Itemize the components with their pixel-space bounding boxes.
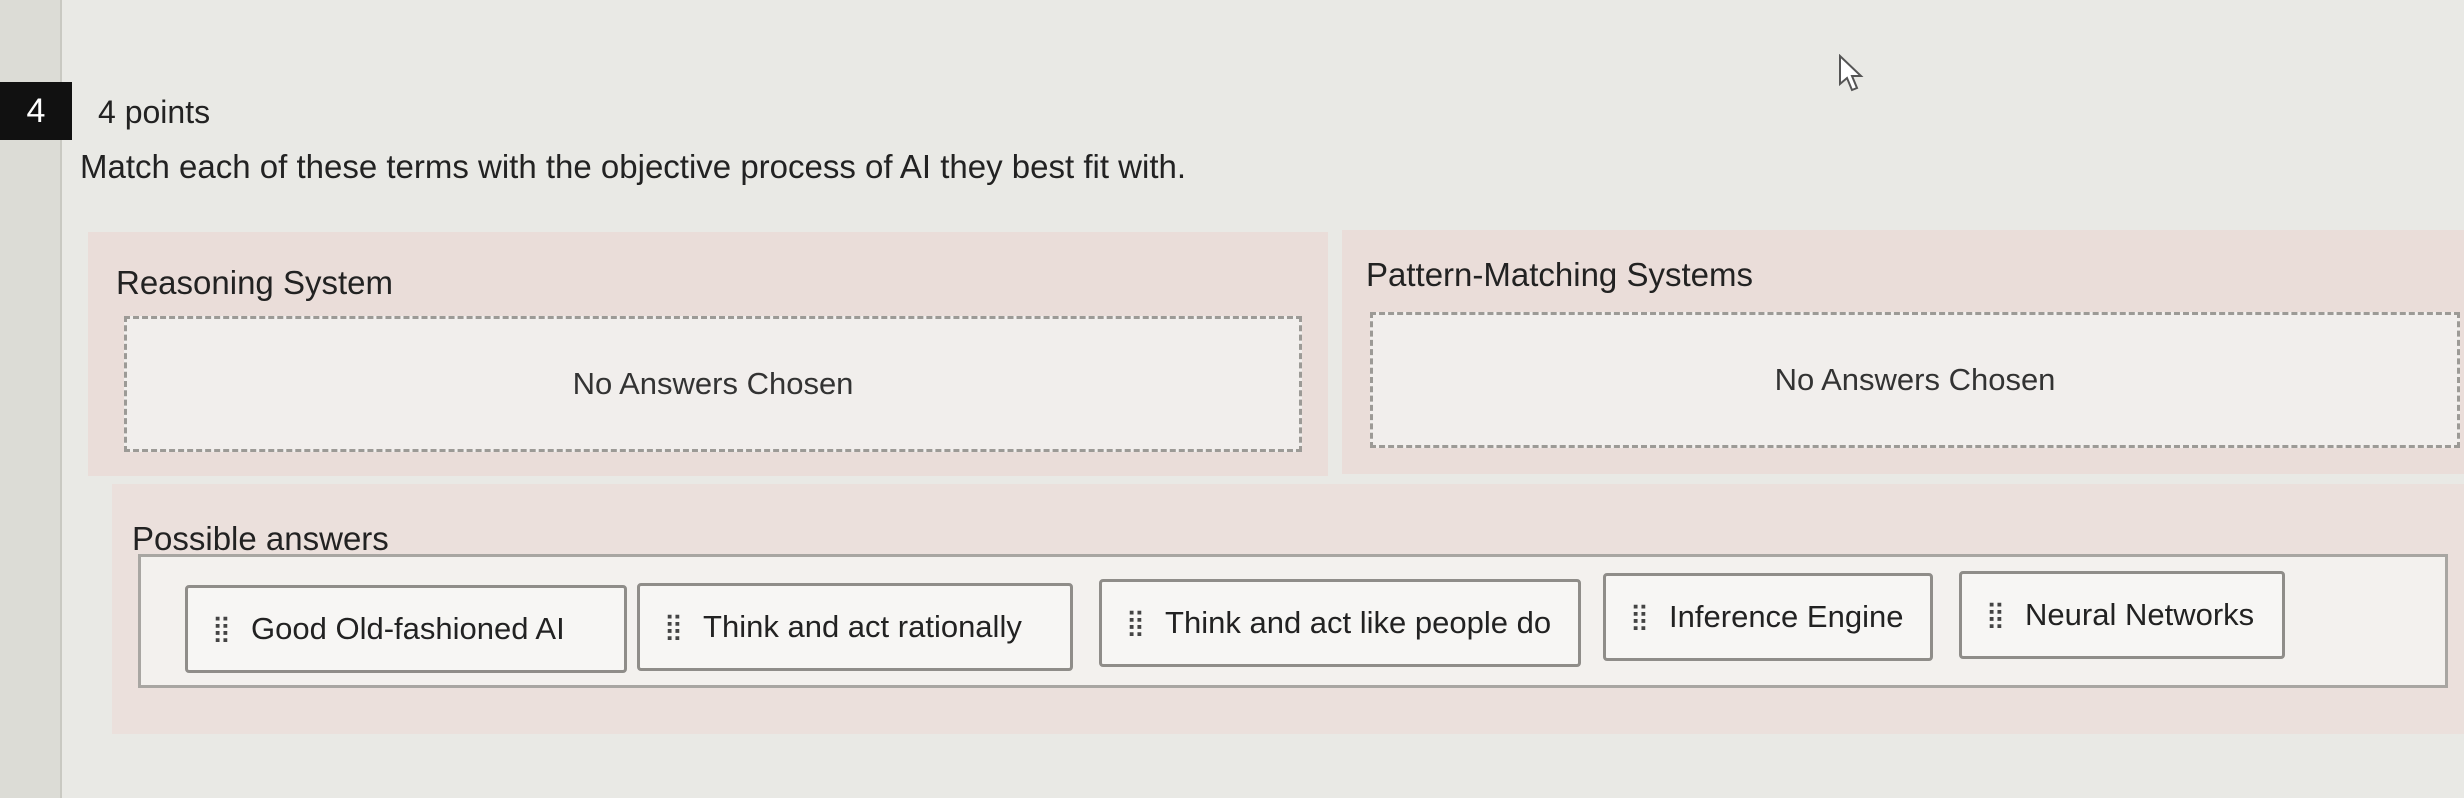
answer-chip-think-and-act-rationally[interactable]: ⣿ Think and act rationally (637, 583, 1073, 671)
question-prompt: Match each of these terms with the objec… (80, 148, 1187, 185)
answer-chip-inference-engine[interactable]: ⣿ Inference Engine (1603, 573, 1933, 661)
answer-label: Inference Engine (1669, 599, 1904, 634)
answer-label: Think and act like people do (1165, 605, 1552, 640)
drag-handle-icon[interactable]: ⣿ (1630, 604, 1649, 630)
drag-handle-icon[interactable]: ⣿ (1986, 602, 2005, 628)
question-points: 4 points (98, 94, 211, 130)
answer-chip-think-and-act-like-people-do[interactable]: ⣿ Think and act like people do (1099, 579, 1581, 667)
drag-handle-icon[interactable]: ⣿ (664, 614, 683, 640)
category-title: Reasoning System (116, 264, 393, 301)
possible-answers-pool[interactable]: ⣿ Good Old-fashioned AI ⣿ Think and act … (138, 554, 2448, 688)
possible-answers-title: Possible answers (132, 520, 389, 557)
category-reasoning-system: Reasoning System No Answers Chosen (88, 232, 1328, 476)
answer-label: Neural Networks (2025, 597, 2255, 632)
drag-handle-icon[interactable]: ⣿ (212, 616, 231, 642)
possible-answers-panel: Possible answers ⣿ Good Old-fashioned AI… (112, 484, 2464, 734)
dropzone-pattern-matching-systems[interactable]: No Answers Chosen (1370, 312, 2460, 448)
answer-chip-good-old-fashioned-ai[interactable]: ⣿ Good Old-fashioned AI (185, 585, 627, 673)
category-pattern-matching-systems: Pattern-Matching Systems No Answers Chos… (1342, 230, 2464, 474)
quiz-page: 4 4 points Match each of these terms wit… (0, 0, 2464, 798)
drag-handle-icon[interactable]: ⣿ (1126, 610, 1145, 636)
answer-chip-neural-networks[interactable]: ⣿ Neural Networks (1959, 571, 2285, 659)
mouse-cursor-icon (1839, 54, 1864, 92)
answer-label: Good Old-fashioned AI (251, 611, 565, 646)
answer-label: Think and act rationally (703, 609, 1022, 644)
question-number-badge: 4 (0, 82, 72, 140)
category-title: Pattern-Matching Systems (1366, 256, 1753, 293)
dropzone-reasoning-system[interactable]: No Answers Chosen (124, 316, 1302, 452)
